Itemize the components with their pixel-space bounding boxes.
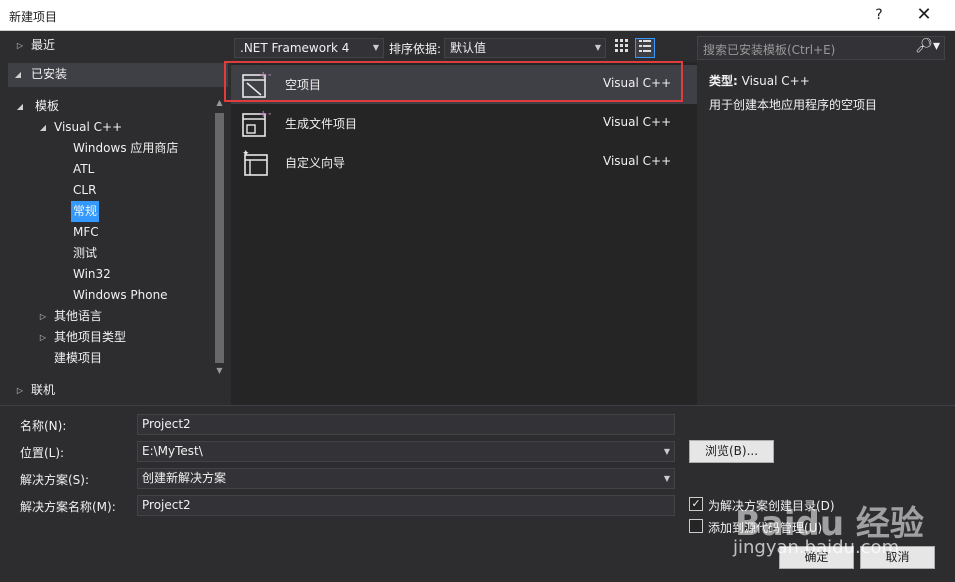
- tree-item-installed[interactable]: 已安装: [31, 64, 67, 85]
- source-control-checkbox[interactable]: [689, 519, 703, 533]
- tree-item-visual-cpp[interactable]: Visual C++: [54, 117, 122, 138]
- template-language: Visual C++: [603, 154, 672, 168]
- expand-arrow-icon[interactable]: ▷: [14, 380, 26, 401]
- expand-arrow-icon[interactable]: ▷: [14, 35, 26, 56]
- tree-item-templates[interactable]: 模板: [35, 96, 59, 117]
- sort-value: 默认值: [450, 41, 487, 55]
- template-type: 类型: Visual C++: [709, 72, 810, 89]
- template-row-custom-wizard[interactable]: ✦ 自定义向导 Visual C++: [231, 143, 697, 182]
- search-icon[interactable]: 🔎︎▾: [915, 38, 940, 54]
- type-value: Visual C++: [741, 74, 810, 88]
- name-field[interactable]: Project2: [137, 414, 675, 435]
- solution-value: 创建新解决方案: [142, 471, 227, 485]
- tree-item-online[interactable]: 联机: [31, 380, 55, 401]
- location-field[interactable]: E:\MyTest\ ▼: [137, 441, 675, 462]
- tree-item-general[interactable]: 常规: [71, 201, 100, 222]
- scroll-thumb[interactable]: [215, 113, 224, 363]
- tree-item-other-project-types[interactable]: 其他项目类型: [54, 327, 126, 348]
- solution-label: 解决方案(S):: [20, 473, 90, 487]
- location-value: E:\MyTest\: [142, 444, 203, 458]
- tree-item-windows-phone[interactable]: Windows Phone: [73, 285, 168, 306]
- list-view-icon[interactable]: [635, 38, 655, 58]
- tree-item-windows-store[interactable]: Windows 应用商店: [73, 138, 178, 159]
- tree-item-installed-row[interactable]: ◢ 已安装: [8, 63, 228, 87]
- svg-text:++: ++: [259, 109, 271, 120]
- tree-item-test[interactable]: 测试: [73, 243, 97, 264]
- tree-item-win32[interactable]: Win32: [73, 264, 111, 285]
- browse-button[interactable]: 浏览(B)...: [689, 440, 774, 463]
- collapse-arrow-icon[interactable]: ◢: [14, 96, 26, 117]
- makefile-project-icon: ++: [242, 109, 271, 137]
- template-list: ++ 空项目 Visual C++ ++ 生成文件项目 Visual C++ ✦…: [231, 62, 697, 405]
- tree-scrollbar[interactable]: ▲ ▼: [211, 95, 228, 379]
- tree-item-clr[interactable]: CLR: [73, 180, 96, 201]
- watermark-url: jingyan.baidu.com: [733, 537, 900, 558]
- tree-item-atl[interactable]: ATL: [73, 159, 94, 180]
- framework-dropdown[interactable]: .NET Framework 4 ▼: [234, 38, 384, 58]
- expand-arrow-icon[interactable]: ▷: [37, 306, 49, 327]
- chevron-down-icon[interactable]: ▼: [664, 442, 670, 461]
- tree-item-recent[interactable]: 最近: [31, 35, 55, 56]
- selection-highlight-box: [224, 61, 683, 102]
- template-info-panel: 类型: Visual C++ 用于创建本地应用程序的空项目: [697, 62, 955, 405]
- tree-item-mfc[interactable]: MFC: [73, 222, 99, 243]
- close-button[interactable]: ✕: [907, 3, 941, 27]
- name-label: 名称(N):: [20, 419, 67, 433]
- sort-dropdown[interactable]: 默认值 ▼: [444, 38, 606, 58]
- solution-name-value: Project2: [142, 498, 191, 512]
- help-button[interactable]: ?: [862, 3, 896, 27]
- template-language: Visual C++: [603, 115, 672, 129]
- template-tree: ▷ 最近 ◢ 已安装 ◢ 模板 ◢ Visual C++ Windows 应用商…: [0, 31, 230, 405]
- grid-view-icon[interactable]: [611, 38, 631, 58]
- template-description: 用于创建本地应用程序的空项目: [709, 98, 878, 112]
- chevron-down-icon[interactable]: ▼: [664, 469, 670, 488]
- type-label: 类型:: [709, 74, 738, 88]
- svg-text:✦: ✦: [242, 149, 250, 159]
- expand-arrow-icon[interactable]: ◢: [12, 64, 24, 85]
- solution-dropdown[interactable]: 创建新解决方案 ▼: [137, 468, 675, 489]
- chevron-down-icon: ▼: [594, 43, 601, 52]
- location-label: 位置(L):: [20, 446, 65, 460]
- title-bar: 新建项目 ? ✕: [0, 0, 955, 31]
- solution-name-field[interactable]: Project2: [137, 495, 675, 516]
- tree-item-modeling-projects[interactable]: 建模项目: [54, 348, 102, 369]
- solution-name-label: 解决方案名称(M):: [20, 500, 116, 514]
- template-name: 自定义向导: [285, 156, 346, 170]
- template-row-makefile-project[interactable]: ++ 生成文件项目 Visual C++: [231, 104, 697, 143]
- framework-value: .NET Framework 4: [240, 41, 350, 55]
- search-box[interactable]: 搜索已安装模板(Ctrl+E) 🔎︎▾: [697, 36, 945, 60]
- chevron-down-icon: ▼: [372, 43, 379, 52]
- expand-arrow-icon[interactable]: ▷: [37, 327, 49, 348]
- collapse-arrow-icon[interactable]: ◢: [37, 117, 49, 138]
- scroll-down-icon[interactable]: ▼: [211, 363, 228, 379]
- custom-wizard-icon: ✦: [242, 149, 268, 176]
- template-name: 生成文件项目: [285, 117, 358, 131]
- tree-item-other-languages[interactable]: 其他语言: [54, 306, 102, 327]
- create-directory-checkbox[interactable]: ✓: [689, 497, 703, 511]
- search-input[interactable]: 搜索已安装模板(Ctrl+E): [703, 41, 835, 58]
- sort-label: 排序依据:: [389, 42, 442, 56]
- name-value: Project2: [142, 417, 191, 431]
- window-title: 新建项目: [9, 10, 58, 24]
